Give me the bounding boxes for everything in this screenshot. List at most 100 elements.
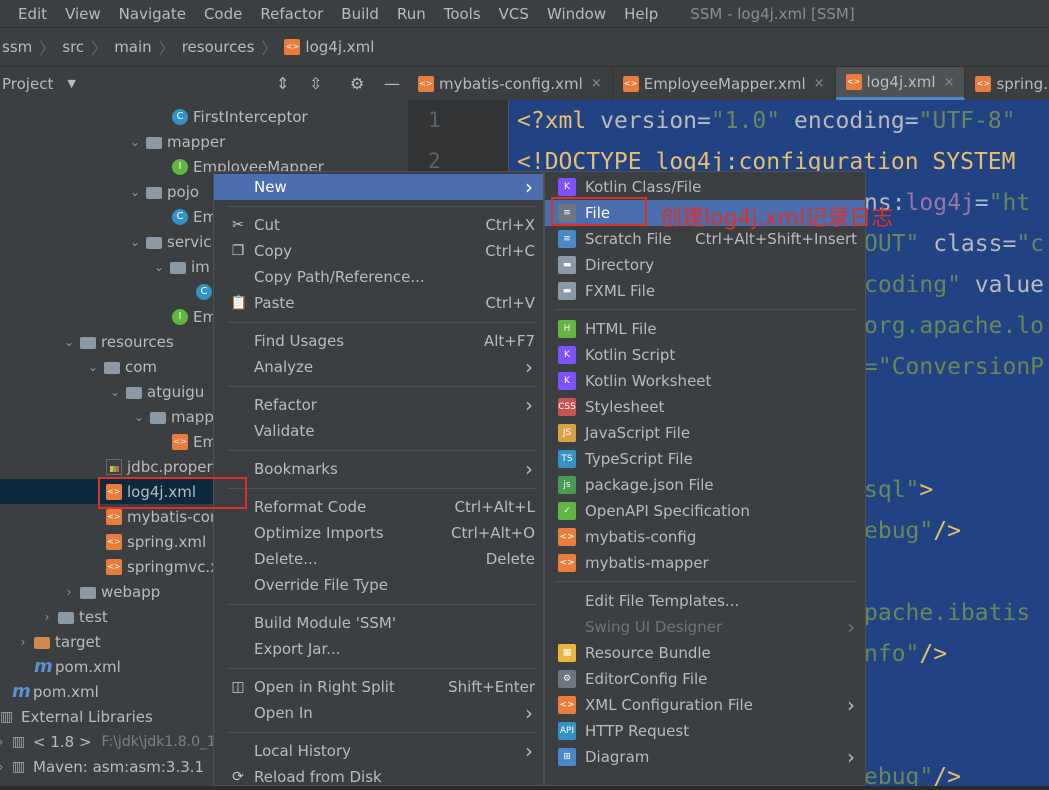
close-icon[interactable]: × [591, 76, 602, 91]
chevron-down-icon[interactable]: ▼ [67, 77, 75, 90]
chevron-right-icon[interactable]: › [40, 610, 54, 624]
tab-spring-[interactable]: <> spring. [965, 67, 1049, 100]
breadcrumb-item[interactable]: ssm [2, 38, 32, 56]
tree-item[interactable]: ⌄ mapper [0, 129, 408, 154]
chevron-down-icon[interactable]: ⌄ [86, 360, 100, 374]
new-menu-item-resource-bundle[interactable]: ▦ Resource Bundle [545, 640, 865, 666]
code-token: class [919, 231, 1003, 257]
new-menu-item-editorconfig-file[interactable]: ⚙ EditorConfig File [545, 666, 865, 692]
context-menu-item-reload-from-disk[interactable]: ⟳ Reload from Disk [214, 764, 543, 790]
context-menu-item-bookmarks[interactable]: Bookmarks › [214, 456, 543, 482]
chevron-right-icon[interactable]: › [62, 585, 76, 599]
new-menu-item-directory[interactable]: ▬ Directory [545, 252, 865, 278]
menu-item-shortcut: Ctrl+V [485, 294, 535, 312]
context-menu-item-local-history[interactable]: Local History › [214, 738, 543, 764]
context-menu-item-analyze[interactable]: Analyze › [214, 354, 543, 380]
menu-refactor[interactable]: Refactor [248, 5, 329, 23]
tab-mybatis-config-xml[interactable]: <> mybatis-config.xml × [408, 67, 613, 100]
new-menu-item-stylesheet[interactable]: CSS Stylesheet [545, 394, 865, 420]
menu-code[interactable]: Code [192, 5, 248, 23]
gear-icon[interactable]: ⚙ [350, 74, 364, 93]
context-menu-item-copy[interactable]: ❐ Copy Ctrl+C [214, 238, 543, 264]
xml-file-icon: <> [284, 39, 301, 55]
menu-build[interactable]: Build [329, 5, 385, 23]
menu-help[interactable]: Help [612, 5, 664, 23]
new-menu-item-openapi-specification[interactable]: ✓ OpenAPI Specification [545, 498, 865, 524]
context-menu-item-paste[interactable]: 📋 Paste Ctrl+V [214, 290, 543, 316]
new-menu-item-fxml-file[interactable]: ▬ FXML File [545, 278, 865, 304]
breadcrumb-item[interactable]: src [62, 38, 84, 56]
context-menu-item-delete[interactable]: Delete... Delete [214, 546, 543, 572]
new-menu-item-package-json-file[interactable]: js package.json File [545, 472, 865, 498]
chevron-right-icon: 〉 [158, 39, 175, 58]
new-menu-item-http-request[interactable]: API HTTP Request [545, 718, 865, 744]
breadcrumb-item[interactable]: resources [182, 38, 255, 56]
menu-navigate[interactable]: Navigate [107, 5, 192, 23]
chevron-down-icon[interactable]: ⌄ [128, 235, 142, 249]
new-menu-item-html-file[interactable]: H HTML File [545, 316, 865, 342]
new-menu-item-xml-configuration-file[interactable]: <> XML Configuration File › [545, 692, 865, 718]
breadcrumb-item[interactable]: <> log4j.xml [284, 38, 374, 56]
expand-all-icon[interactable]: ⇕ [276, 74, 289, 93]
chevron-down-icon[interactable]: ⌄ [128, 185, 142, 199]
chevron-right-icon[interactable]: › [16, 635, 30, 649]
tree-item[interactable]: C FirstInterceptor [0, 104, 408, 129]
menu-edit[interactable]: Edit [0, 5, 53, 23]
close-icon[interactable]: × [814, 76, 825, 91]
menu-run[interactable]: Run [385, 5, 432, 23]
tab-employeemapper-xml[interactable]: <> EmployeeMapper.xml × [613, 67, 836, 100]
context-menu-item-build-module-ssm[interactable]: Build Module 'SSM' [214, 610, 543, 636]
context-menu-item-find-usages[interactable]: Find Usages Alt+F7 [214, 328, 543, 354]
collapse-all-icon[interactable]: ⇳ [309, 74, 322, 93]
code-token: log4j [905, 190, 975, 216]
chevron-down-icon[interactable]: ⌄ [128, 135, 142, 149]
kotlin-worksheet-icon: K [558, 372, 576, 390]
minimize-icon[interactable]: — [384, 74, 400, 93]
menu-view[interactable]: View [53, 5, 107, 23]
new-menu-item-edit-file-templates[interactable]: Edit File Templates... [545, 588, 865, 614]
context-menu-item-optimize-imports[interactable]: Optimize Imports Ctrl+Alt+O [214, 520, 543, 546]
new-menu-item-typescript-file[interactable]: TS TypeScript File [545, 446, 865, 472]
project-panel-title[interactable]: Project [2, 75, 53, 93]
new-menu-item-kotlin-worksheet[interactable]: K Kotlin Worksheet [545, 368, 865, 394]
chevron-right-icon[interactable]: › [0, 760, 8, 774]
code-token: "UTF-8" [918, 108, 1016, 134]
menu-vcs[interactable]: VCS [487, 5, 535, 23]
context-menu-item-open-in[interactable]: Open In › [214, 700, 543, 726]
context-menu-item-open-in-right-split[interactable]: ◫ Open in Right Split Shift+Enter [214, 674, 543, 700]
new-menu-item-swing-ui-designer: Swing UI Designer › [545, 614, 865, 640]
context-menu-item-copy-path-reference[interactable]: Copy Path/Reference... [214, 264, 543, 290]
new-menu-item-mybatis-config[interactable]: <> mybatis-config [545, 524, 865, 550]
code-line: coding" value [864, 272, 1044, 298]
context-menu-item-reformat-code[interactable]: Reformat Code Ctrl+Alt+L [214, 494, 543, 520]
context-menu-item-new[interactable]: New › [214, 174, 543, 200]
tree-item-label: mapper [167, 132, 226, 151]
context-menu-item-cut[interactable]: ✂ Cut Ctrl+X [214, 212, 543, 238]
breadcrumb-item[interactable]: main [114, 38, 151, 56]
menu-separator [228, 450, 536, 451]
chevron-down-icon[interactable]: ⌄ [152, 260, 166, 274]
chevron-down-icon[interactable]: ⌄ [108, 385, 122, 399]
tab-log4j-xml[interactable]: <> log4j.xml × [835, 67, 966, 100]
chevron-down-icon[interactable]: ⌄ [132, 410, 146, 424]
context-menu-item-export-jar[interactable]: Export Jar... [214, 636, 543, 662]
context-menu-item-override-file-type[interactable]: Override File Type [214, 572, 543, 598]
tree-item-label: pojo [167, 182, 200, 201]
new-menu-item-mybatis-mapper[interactable]: <> mybatis-mapper [545, 550, 865, 576]
menu-item-label: Export Jar... [254, 640, 341, 658]
chevron-right-icon[interactable]: › [0, 735, 8, 749]
menu-item-label: Stylesheet [585, 398, 665, 416]
new-menu-item-javascript-file[interactable]: JS JavaScript File [545, 420, 865, 446]
new-menu-item-kotlin-script[interactable]: K Kotlin Script [545, 342, 865, 368]
context-menu-item-validate[interactable]: Validate [214, 418, 543, 444]
chevron-down-icon[interactable]: ⌄ [62, 335, 76, 349]
menu-tools[interactable]: Tools [432, 5, 487, 23]
close-icon[interactable]: × [944, 75, 955, 90]
new-menu-item-diagram[interactable]: ⊞ Diagram › [545, 744, 865, 770]
context-menu-item-refactor[interactable]: Refactor › [214, 392, 543, 418]
interface-icon: I [172, 158, 188, 175]
openapi-specification-icon: ✓ [558, 502, 576, 520]
menu-item-label: HTML File [585, 320, 657, 338]
menu-window[interactable]: Window [535, 5, 612, 23]
xml-file-icon: <> [106, 508, 122, 525]
